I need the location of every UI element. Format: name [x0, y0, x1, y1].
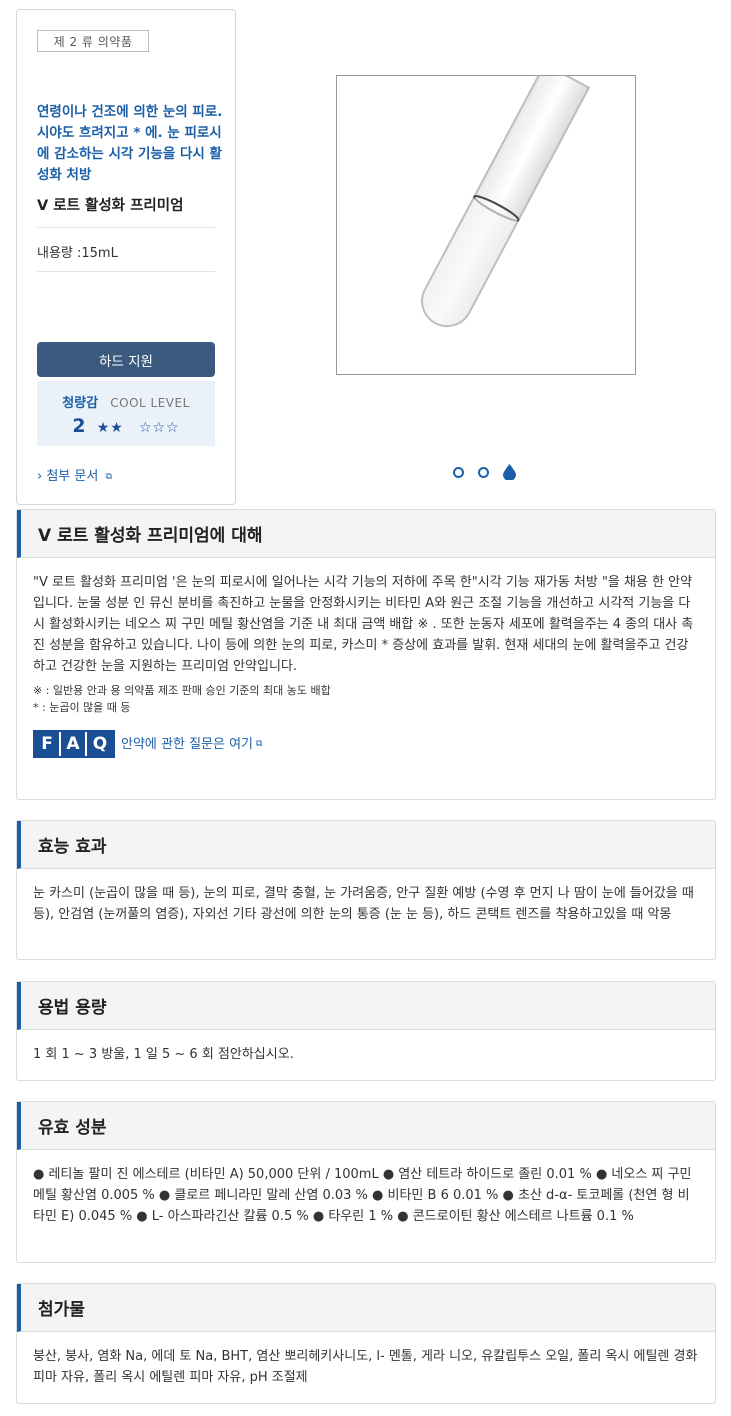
additives-text: 붕산, 붕사, 염화 Na, 에데 토 Na, BHT, 염산 뽀리헤키사니도,… — [33, 1349, 698, 1385]
product-volume: 내용량 :15mL — [37, 246, 118, 261]
hard-support-button[interactable]: 하드 지원 — [37, 342, 215, 377]
cool-value: 2 — [72, 415, 86, 437]
section-dosage-title: 용법 용량 — [17, 982, 715, 1030]
section-additives: 첨가물 붕산, 붕사, 염화 Na, 에데 토 Na, BHT, 염산 뽀리헤키… — [16, 1283, 716, 1404]
faq-letter: F — [35, 732, 61, 756]
dosage-text: 1 회 1 ~ 3 방울, 1 일 5 ~ 6 회 점안하십시오. — [33, 1047, 294, 1062]
product-card: 제 2 류 의약품 연령이나 건조에 의한 눈의 피로. 시야도 흐려지고 * … — [16, 9, 236, 505]
cool-label: 청량감 — [62, 396, 99, 411]
section-about-title: V 로트 활성화 프리미엄에 대해 — [17, 510, 715, 558]
about-text: "V 로트 활성화 프리미엄 '은 눈의 피로시에 일어나는 시각 기능의 저하… — [33, 575, 694, 674]
divider — [37, 271, 215, 272]
attachment-link-label: 첨부 문서 — [46, 469, 99, 484]
carousel-dot-active-drop-icon[interactable] — [503, 464, 516, 480]
section-efficacy-title: 효능 효과 — [17, 821, 715, 869]
product-name: V 로트 활성화 프리미엄 — [37, 198, 184, 214]
carousel-dot-1[interactable] — [453, 466, 464, 478]
external-window-icon: ⧉ — [105, 472, 112, 482]
chevron-right-icon: › — [37, 469, 43, 484]
ingredients-text: ● 레티놀 팔미 진 에스테르 (비타민 A) 50,000 단위 / 100m… — [33, 1167, 692, 1224]
section-efficacy: 효능 효과 눈 카스미 (눈곱이 많을 때 등), 눈의 피로, 결막 충혈, … — [16, 820, 716, 960]
faq-link[interactable]: 안약에 관한 질문은 여기 — [121, 734, 253, 755]
cool-level-box: 청량감 COOL LEVEL 2 ★★ ☆☆☆ — [37, 381, 215, 446]
category-tag: 제 2 류 의약품 — [37, 30, 149, 52]
cool-level-title: 청량감 COOL LEVEL — [37, 392, 215, 411]
about-note-2: * : 눈곱이 많을 때 등 — [33, 701, 131, 714]
about-note-1: ※ : 일반용 안과 용 의약품 제조 판매 승인 기준의 최대 농도 배합 — [33, 684, 331, 697]
section-additives-title: 첨가물 — [17, 1284, 715, 1332]
faq-logo: F A Q — [33, 730, 115, 758]
faq-letter: A — [61, 732, 87, 756]
divider — [37, 227, 215, 228]
efficacy-text: 눈 카스미 (눈곱이 많을 때 등), 눈의 피로, 결막 충혈, 눈 가려움증… — [33, 886, 694, 922]
product-tagline: 연령이나 건조에 의한 눈의 피로. 시야도 흐려지고 * 에. 눈 피로시에 … — [37, 104, 223, 183]
empty-stars-icon: ☆☆☆ — [138, 420, 180, 436]
faq-letter: Q — [87, 732, 113, 756]
faq-row[interactable]: F A Q 안약에 관한 질문은 여기 ⧉ — [33, 730, 699, 758]
section-dosage: 용법 용량 1 회 1 ~ 3 방울, 1 일 5 ~ 6 회 점안하십시오. — [16, 981, 716, 1081]
section-ingredients-title: 유효 성분 — [17, 1102, 715, 1150]
carousel-dot-2[interactable] — [478, 466, 489, 478]
section-about: V 로트 활성화 프리미엄에 대해 "V 로트 활성화 프리미엄 '은 눈의 피… — [16, 509, 716, 800]
attachment-link[interactable]: › 첨부 문서 ⧉ — [37, 465, 112, 484]
filled-stars-icon: ★★ — [96, 420, 124, 436]
external-window-icon: ⧉ — [256, 738, 263, 749]
product-image — [336, 62, 636, 375]
carousel-dots — [453, 464, 516, 480]
test-tube-image — [421, 62, 591, 327]
cool-level-label: COOL LEVEL — [110, 396, 190, 410]
cool-rating: 2 ★★ ☆☆☆ — [37, 415, 215, 437]
section-ingredients: 유효 성분 ● 레티놀 팔미 진 에스테르 (비타민 A) 50,000 단위 … — [16, 1101, 716, 1263]
